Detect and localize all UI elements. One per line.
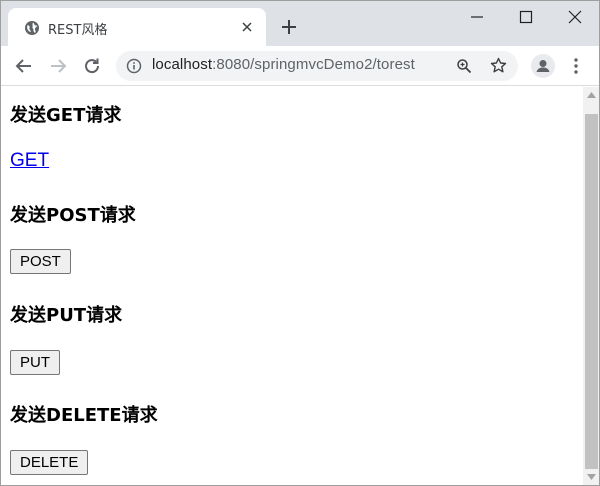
profile-avatar-button[interactable]: [531, 54, 555, 78]
delete-heading: 发送DELETE请求: [10, 405, 158, 426]
url-path: :8080/springmvcDemo2/torest: [212, 56, 415, 73]
scroll-down-arrow-icon[interactable]: [587, 474, 596, 480]
new-tab-icon[interactable]: [280, 18, 298, 36]
address-url[interactable]: localhost:8080/springmvcDemo2/torest: [152, 56, 415, 73]
reload-icon[interactable]: [82, 56, 102, 76]
back-arrow-icon[interactable]: [14, 56, 34, 76]
scroll-up-arrow-icon[interactable]: [587, 92, 596, 98]
delete-button[interactable]: DELETE: [10, 450, 89, 475]
profile-icon: [536, 60, 550, 72]
tab-title: REST风格: [48, 23, 108, 38]
info-icon[interactable]: [126, 58, 142, 74]
minimize-icon[interactable]: [468, 8, 486, 26]
forward-arrow-icon[interactable]: [48, 56, 68, 76]
put-button[interactable]: PUT: [10, 350, 60, 375]
tab-strip: REST风格: [0, 0, 600, 46]
tab-active[interactable]: REST风格: [8, 8, 266, 46]
post-heading: 发送POST请求: [10, 205, 136, 226]
page-viewport: 发送GET请求 GET 发送POST请求 POST 发送PUT请求 PUT 发送…: [0, 87, 583, 486]
tab-close-icon[interactable]: [240, 20, 254, 34]
post-button[interactable]: POST: [10, 249, 71, 274]
kebab-menu-icon[interactable]: [568, 56, 584, 76]
put-heading: 发送PUT请求: [10, 305, 123, 326]
browser-toolbar: localhost:8080/springmvcDemo2/torest: [0, 46, 600, 86]
get-heading: 发送GET请求: [10, 105, 122, 126]
url-host: localhost: [152, 56, 213, 73]
globe-icon: [25, 21, 39, 35]
vertical-scrollbar[interactable]: [583, 87, 600, 486]
get-link[interactable]: GET: [10, 150, 49, 172]
zoom-icon[interactable]: [456, 58, 472, 74]
bookmark-star-icon[interactable]: [490, 57, 507, 74]
scrollbar-thumb[interactable]: [585, 114, 598, 469]
address-bar[interactable]: localhost:8080/springmvcDemo2/torest: [116, 51, 518, 81]
maximize-icon[interactable]: [517, 8, 535, 26]
close-icon[interactable]: [566, 8, 584, 26]
